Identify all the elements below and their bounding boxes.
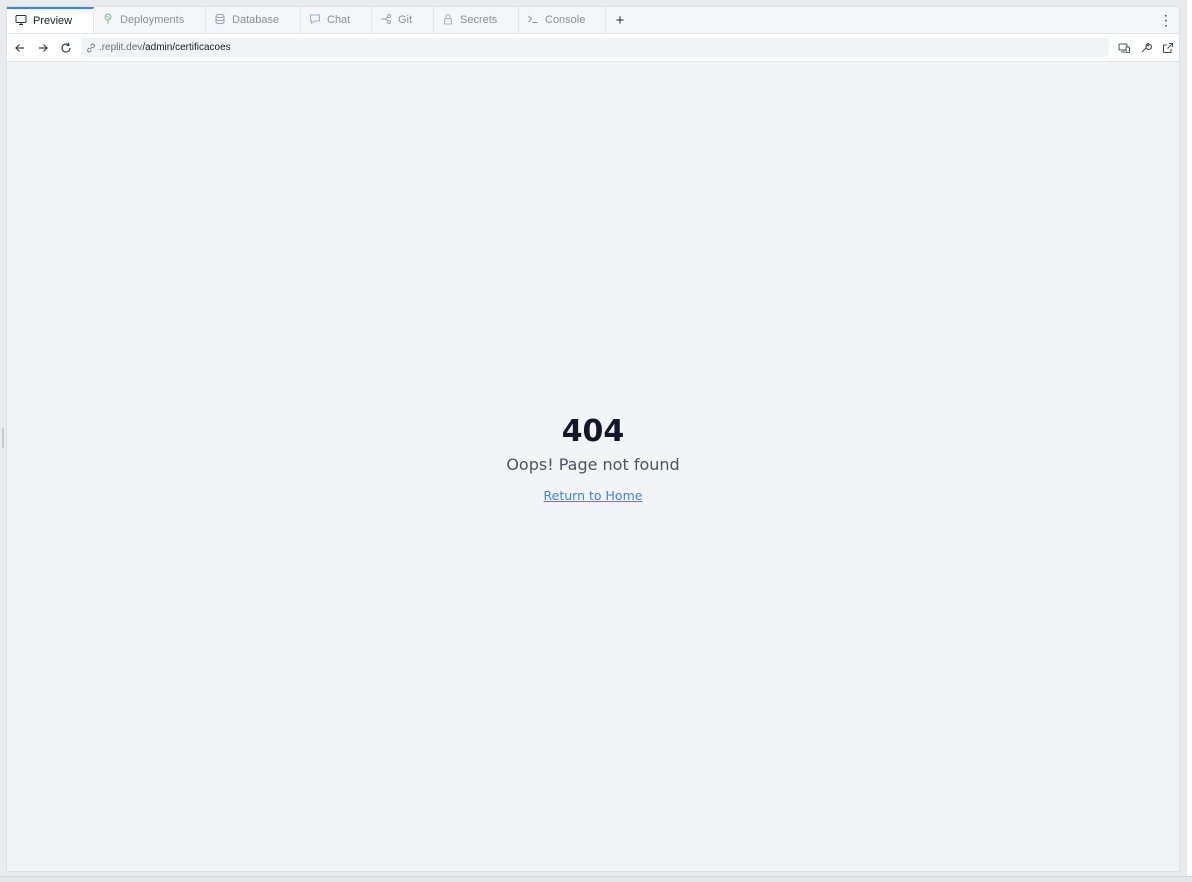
tab-chat[interactable]: Chat [301,7,372,33]
url-input[interactable]: .replit.dev/admin/certificacoes [80,38,1110,57]
more-options-icon[interactable]: ⋮ [1153,7,1179,33]
bottom-status-strip [0,876,1192,882]
tab-bar-spacer [634,7,1153,33]
tab-label: Console [545,14,586,26]
reload-icon [61,42,72,53]
right-panel-edge [1186,0,1192,876]
tab-deployments[interactable]: Deployments [94,7,206,33]
tab-label: Secrets [460,14,498,26]
tab-label: Chat [327,14,351,26]
external-link-icon [1162,42,1174,53]
chat-icon [309,13,321,28]
url-path: /admin/certificacoes [142,42,231,53]
error-code: 404 [561,414,625,449]
tab-git[interactable]: Git [372,7,434,33]
deployments-icon [102,13,114,28]
wrench-icon [1141,42,1152,52]
preview-content: 404 Oops! Page not found Return to Home [7,63,1179,871]
database-icon [214,13,226,28]
devices-icon [1118,43,1130,53]
address-bar: .replit.dev/admin/certificacoes [7,34,1179,62]
tab-label: Preview [33,15,73,27]
link-icon [87,43,95,52]
plus-icon: + [615,11,625,29]
tab-label: Database [232,14,280,26]
arrow-right-icon [39,43,49,52]
arrow-left-icon [15,43,25,52]
address-bar-tools [1113,37,1179,59]
monitor-icon [15,14,27,29]
devtools-button[interactable] [1135,37,1157,59]
kebab-icon: ⋮ [1159,11,1173,28]
add-tab-button[interactable]: + [606,7,634,33]
tab-database[interactable]: Database [206,7,301,33]
lock-icon [442,13,454,28]
return-home-link[interactable]: Return to Home [544,488,643,503]
error-message: Oops! Page not found [506,455,680,474]
tab-secrets[interactable]: Secrets [434,7,519,33]
reload-button[interactable] [55,37,78,59]
open-new-tab-button[interactable] [1157,37,1179,59]
terminal-icon [527,13,539,28]
tab-label: Deployments [120,14,185,26]
preview-window: Preview Deployments Database Chat Git Se… [6,6,1180,872]
tab-console[interactable]: Console [519,7,606,33]
git-icon [380,13,392,28]
device-toggle-button[interactable] [1113,37,1135,59]
tab-label: Git [398,14,413,26]
back-button[interactable] [9,37,32,59]
not-found-block: 404 Oops! Page not found Return to Home [7,413,1179,505]
resize-handle[interactable] [2,428,4,448]
forward-button[interactable] [32,37,55,59]
tab-bar: Preview Deployments Database Chat Git Se… [7,7,1179,34]
tab-preview[interactable]: Preview [7,7,94,33]
url-host: .replit.dev [98,42,143,53]
